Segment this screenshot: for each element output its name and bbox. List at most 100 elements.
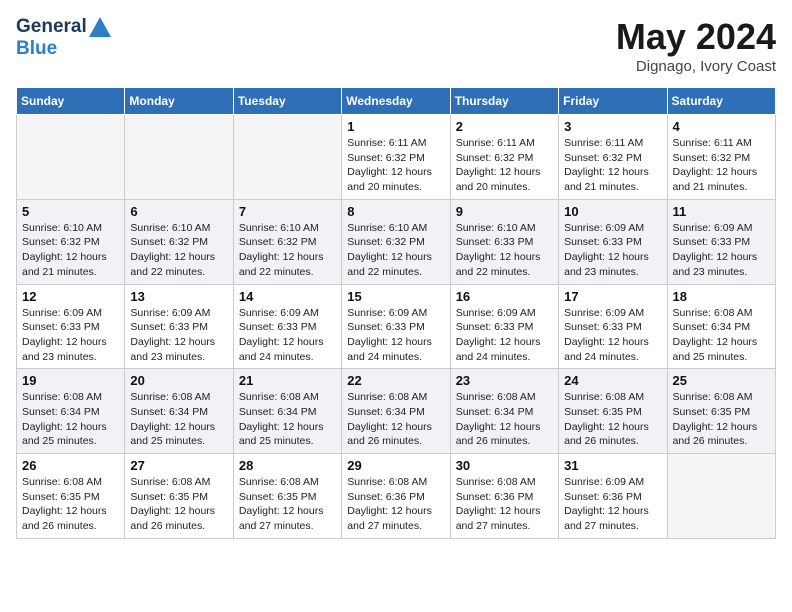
day-number: 2 [456, 119, 553, 134]
day-number: 3 [564, 119, 661, 134]
day-info: Sunrise: 6:09 AMSunset: 6:33 PMDaylight:… [130, 306, 227, 365]
calendar-cell: 1 Sunrise: 6:11 AMSunset: 6:32 PMDaylight… [342, 115, 450, 200]
calendar-cell: 15 Sunrise: 6:09 AMSunset: 6:33 PMDayligh… [342, 284, 450, 369]
day-info: Sunrise: 6:08 AMSunset: 6:34 PMDaylight:… [673, 306, 770, 365]
day-number: 21 [239, 373, 336, 388]
day-info: Sunrise: 6:11 AMSunset: 6:32 PMDaylight:… [564, 136, 661, 195]
day-info: Sunrise: 6:08 AMSunset: 6:34 PMDaylight:… [239, 390, 336, 449]
day-info: Sunrise: 6:09 AMSunset: 6:33 PMDaylight:… [564, 221, 661, 280]
weekday-header-tuesday: Tuesday [233, 88, 341, 115]
calendar-cell: 10 Sunrise: 6:09 AMSunset: 6:33 PMDayligh… [559, 199, 667, 284]
calendar-cell: 5Sunrise: 6:10 AMSunset: 6:32 PMDaylight… [17, 199, 125, 284]
day-number: 30 [456, 458, 553, 473]
day-info: Sunrise: 6:11 AMSunset: 6:32 PMDaylight:… [673, 136, 770, 195]
day-number: 17 [564, 289, 661, 304]
calendar-cell: 6 Sunrise: 6:10 AMSunset: 6:32 PMDaylight… [125, 199, 233, 284]
calendar-week-row: 26 Sunrise: 6:08 AMSunset: 6:35 PMDayligh… [17, 454, 776, 539]
day-info: Sunrise: 6:08 AMSunset: 6:34 PMDaylight:… [347, 390, 444, 449]
calendar-cell [667, 454, 775, 539]
day-info: Sunrise: 6:08 AMSunset: 6:34 PMDaylight:… [456, 390, 553, 449]
day-info: Sunrise: 6:08 AMSunset: 6:35 PMDaylight:… [130, 475, 227, 534]
day-number: 11 [673, 204, 770, 219]
calendar-cell: 28 Sunrise: 6:08 AMSunset: 6:35 PMDayligh… [233, 454, 341, 539]
day-number: 13 [130, 289, 227, 304]
calendar-cell [125, 115, 233, 200]
weekday-header-wednesday: Wednesday [342, 88, 450, 115]
calendar-cell: 18 Sunrise: 6:08 AMSunset: 6:34 PMDayligh… [667, 284, 775, 369]
day-info: Sunrise: 6:10 AMSunset: 6:32 PMDaylight:… [347, 221, 444, 280]
day-info: Sunrise: 6:09 AMSunset: 6:33 PMDaylight:… [456, 306, 553, 365]
location: Dignago, Ivory Coast [616, 58, 776, 75]
calendar-cell: 22 Sunrise: 6:08 AMSunset: 6:34 PMDayligh… [342, 369, 450, 454]
day-info: Sunrise: 6:08 AMSunset: 6:35 PMDaylight:… [239, 475, 336, 534]
calendar-cell: 16 Sunrise: 6:09 AMSunset: 6:33 PMDayligh… [450, 284, 558, 369]
calendar-table: SundayMondayTuesdayWednesdayThursdayFrid… [16, 87, 776, 539]
calendar-cell: 9Sunrise: 6:10 AMSunset: 6:33 PMDaylight… [450, 199, 558, 284]
day-number: 16 [456, 289, 553, 304]
calendar-week-row: 5Sunrise: 6:10 AMSunset: 6:32 PMDaylight… [17, 199, 776, 284]
day-number: 6 [130, 204, 227, 219]
day-number: 20 [130, 373, 227, 388]
calendar-cell: 14 Sunrise: 6:09 AMSunset: 6:33 PMDayligh… [233, 284, 341, 369]
month-title: May 2024 [616, 16, 776, 58]
weekday-header-sunday: Sunday [17, 88, 125, 115]
calendar-week-row: 1 Sunrise: 6:11 AMSunset: 6:32 PMDaylight… [17, 115, 776, 200]
calendar-cell: 30 Sunrise: 6:08 AMSunset: 6:36 PMDayligh… [450, 454, 558, 539]
calendar-cell: 8 Sunrise: 6:10 AMSunset: 6:32 PMDaylight… [342, 199, 450, 284]
logo-text: General Blue [16, 16, 113, 60]
calendar-cell: 25Sunrise: 6:08 AMSunset: 6:35 PMDayligh… [667, 369, 775, 454]
day-info: Sunrise: 6:10 AMSunset: 6:32 PMDaylight:… [22, 221, 119, 280]
calendar-cell: 29Sunrise: 6:08 AMSunset: 6:36 PMDayligh… [342, 454, 450, 539]
day-number: 7 [239, 204, 336, 219]
day-info: Sunrise: 6:11 AMSunset: 6:32 PMDaylight:… [456, 136, 553, 195]
day-info: Sunrise: 6:08 AMSunset: 6:35 PMDaylight:… [564, 390, 661, 449]
calendar-cell: 3 Sunrise: 6:11 AMSunset: 6:32 PMDaylight… [559, 115, 667, 200]
day-info: Sunrise: 6:09 AMSunset: 6:33 PMDaylight:… [564, 306, 661, 365]
calendar-cell: 11Sunrise: 6:09 AMSunset: 6:33 PMDayligh… [667, 199, 775, 284]
calendar-cell: 17 Sunrise: 6:09 AMSunset: 6:33 PMDayligh… [559, 284, 667, 369]
day-info: Sunrise: 6:09 AMSunset: 6:33 PMDaylight:… [22, 306, 119, 365]
calendar-cell: 13 Sunrise: 6:09 AMSunset: 6:33 PMDayligh… [125, 284, 233, 369]
day-number: 31 [564, 458, 661, 473]
weekday-header-monday: Monday [125, 88, 233, 115]
calendar-week-row: 19Sunrise: 6:08 AMSunset: 6:34 PMDayligh… [17, 369, 776, 454]
day-info: Sunrise: 6:09 AMSunset: 6:33 PMDaylight:… [347, 306, 444, 365]
calendar-cell [233, 115, 341, 200]
day-number: 14 [239, 289, 336, 304]
day-info: Sunrise: 6:10 AMSunset: 6:32 PMDaylight:… [130, 221, 227, 280]
day-number: 26 [22, 458, 119, 473]
calendar-cell: 27 Sunrise: 6:08 AMSunset: 6:35 PMDayligh… [125, 454, 233, 539]
day-number: 15 [347, 289, 444, 304]
day-number: 24 [564, 373, 661, 388]
day-number: 27 [130, 458, 227, 473]
day-info: Sunrise: 6:09 AMSunset: 6:33 PMDaylight:… [239, 306, 336, 365]
calendar-cell: 23 Sunrise: 6:08 AMSunset: 6:34 PMDayligh… [450, 369, 558, 454]
logo: General Blue [16, 16, 113, 60]
day-info: Sunrise: 6:08 AMSunset: 6:35 PMDaylight:… [673, 390, 770, 449]
day-info: Sunrise: 6:08 AMSunset: 6:36 PMDaylight:… [456, 475, 553, 534]
calendar-cell: 31Sunrise: 6:09 AMSunset: 6:36 PMDayligh… [559, 454, 667, 539]
day-number: 23 [456, 373, 553, 388]
day-number: 1 [347, 119, 444, 134]
calendar-cell: 21 Sunrise: 6:08 AMSunset: 6:34 PMDayligh… [233, 369, 341, 454]
day-number: 4 [673, 119, 770, 134]
day-info: Sunrise: 6:10 AMSunset: 6:32 PMDaylight:… [239, 221, 336, 280]
day-number: 18 [673, 289, 770, 304]
calendar-cell: 12 Sunrise: 6:09 AMSunset: 6:33 PMDayligh… [17, 284, 125, 369]
day-number: 22 [347, 373, 444, 388]
calendar-header-row: SundayMondayTuesdayWednesdayThursdayFrid… [17, 88, 776, 115]
calendar-week-row: 12 Sunrise: 6:09 AMSunset: 6:33 PMDayligh… [17, 284, 776, 369]
day-info: Sunrise: 6:08 AMSunset: 6:35 PMDaylight:… [22, 475, 119, 534]
calendar-cell: 26 Sunrise: 6:08 AMSunset: 6:35 PMDayligh… [17, 454, 125, 539]
day-info: Sunrise: 6:11 AMSunset: 6:32 PMDaylight:… [347, 136, 444, 195]
day-number: 8 [347, 204, 444, 219]
calendar-cell: 4 Sunrise: 6:11 AMSunset: 6:32 PMDaylight… [667, 115, 775, 200]
day-info: Sunrise: 6:08 AMSunset: 6:36 PMDaylight:… [347, 475, 444, 534]
day-number: 10 [564, 204, 661, 219]
calendar-cell: 7 Sunrise: 6:10 AMSunset: 6:32 PMDaylight… [233, 199, 341, 284]
calendar-cell: 20Sunrise: 6:08 AMSunset: 6:34 PMDayligh… [125, 369, 233, 454]
day-number: 28 [239, 458, 336, 473]
day-number: 12 [22, 289, 119, 304]
day-number: 9 [456, 204, 553, 219]
calendar-cell: 24 Sunrise: 6:08 AMSunset: 6:35 PMDayligh… [559, 369, 667, 454]
